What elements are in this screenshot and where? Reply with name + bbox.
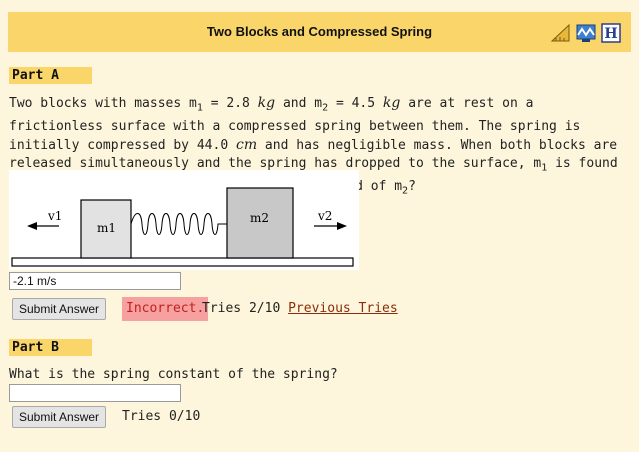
header-icons: H — [550, 23, 623, 43]
status-badge: Incorrect. — [122, 297, 209, 321]
triangle-ruler-icon[interactable] — [550, 23, 571, 43]
part-b-question: What is the spring constant of the sprin… — [9, 367, 338, 382]
problem-header: Two Blocks and Compressed Spring H — [8, 12, 631, 52]
part-a-answer-input[interactable] — [9, 272, 181, 290]
v1-label: v1 — [47, 209, 62, 223]
svg-text:H: H — [604, 26, 617, 42]
part-b-submit-button[interactable]: Submit Answer — [12, 406, 107, 428]
part-b-tries: Tries 0/10 — [122, 409, 201, 424]
hint-h-icon[interactable]: H — [601, 23, 621, 43]
screen-wave-icon[interactable] — [576, 23, 596, 43]
v2-label: v2 — [317, 209, 332, 223]
part-a-tries: Tries 2/10 Previous Tries — [202, 301, 398, 316]
part-a-submit-button[interactable]: Submit Answer — [12, 298, 107, 320]
part-b-label: Part B — [9, 339, 92, 356]
part-a-tries-count: Tries 2/10 — [202, 301, 281, 316]
previous-tries-link[interactable]: Previous Tries — [288, 301, 398, 316]
m2-label: m2 — [250, 211, 269, 225]
m1-label: m1 — [97, 221, 116, 235]
two-blocks-figure: v1 v2 m1 m2 — [9, 170, 359, 270]
part-a-label: Part A — [9, 67, 92, 84]
part-b-answer-input[interactable] — [9, 384, 181, 402]
problem-title: Two Blocks and Compressed Spring — [206, 24, 433, 39]
